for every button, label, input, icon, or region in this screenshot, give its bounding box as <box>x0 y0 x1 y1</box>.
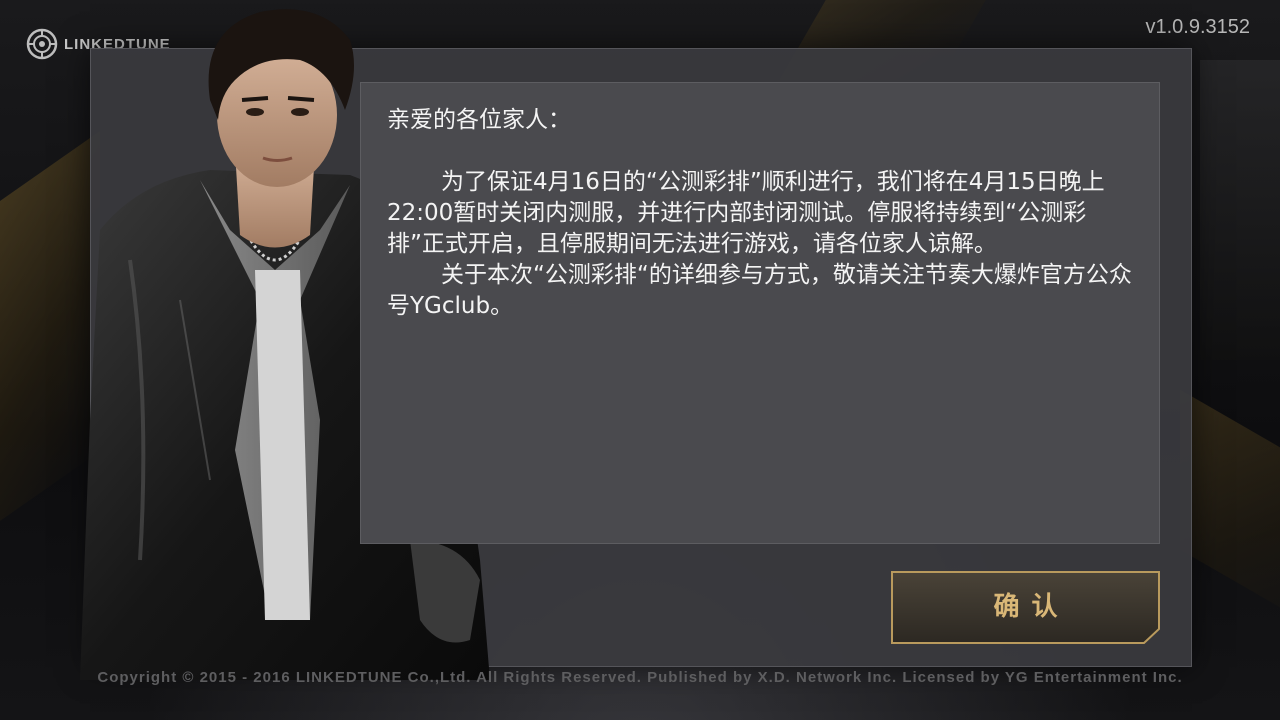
notice-paragraph: 为了保证4月16日的“公测彩排”顺利进行，我们将在4月15日晚上22:00暂时关… <box>387 169 1105 257</box>
notice-paragraph: 关于本次“公测彩排“的详细参与方式，敬请关注节奏大爆炸官方公众号YGclub。 <box>387 262 1132 319</box>
confirm-button[interactable]: 确认 <box>891 571 1160 644</box>
decorative-shard <box>1180 389 1280 631</box>
linkedtune-logo-icon <box>26 28 58 60</box>
decorative-shard <box>1200 60 1280 360</box>
version-label: v1.0.9.3152 <box>1145 16 1250 38</box>
game-screen: LINKEDTUNE 网络 v1.0.9.3152 <box>0 0 1280 720</box>
copyright-text: Copyright © 2015 - 2016 LINKEDTUNE Co.,L… <box>97 669 1183 686</box>
notice-greeting: 亲爱的各位家人： <box>387 107 571 133</box>
confirm-button-label: 确认 <box>993 592 1070 622</box>
notice-text-box: 亲爱的各位家人： 为了保证4月16日的“公测彩排”顺利进行，我们将在4月15日晚… <box>360 82 1160 544</box>
